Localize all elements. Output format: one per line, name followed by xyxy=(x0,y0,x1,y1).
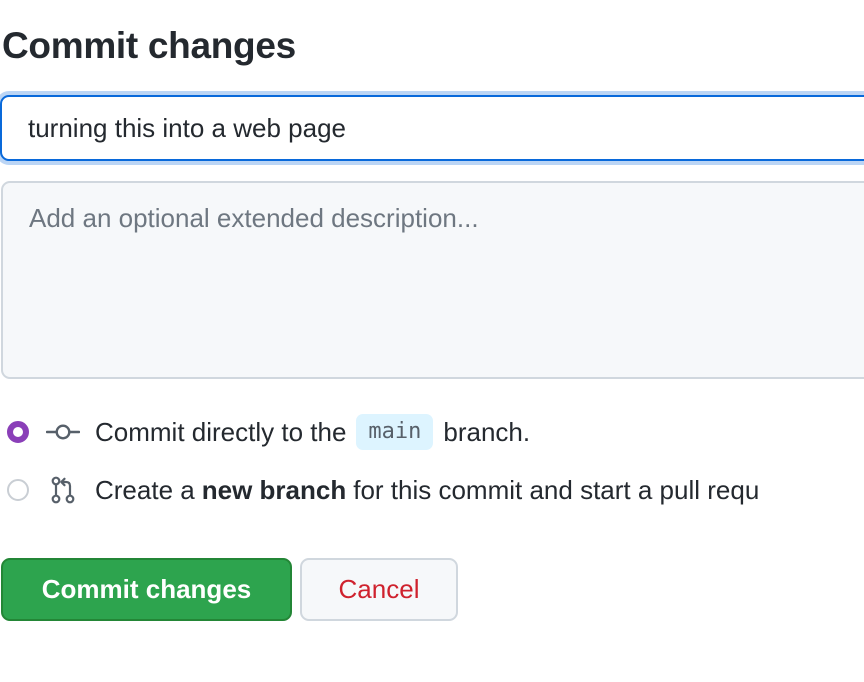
branch-name-badge: main xyxy=(356,414,434,450)
commit-directly-option[interactable]: Commit directly to the main branch. xyxy=(7,414,530,450)
commit-changes-button[interactable]: Commit changes xyxy=(1,558,292,621)
new-branch-prefix: Create a xyxy=(95,474,195,505)
new-branch-suffix: for this commit and start a pull requ xyxy=(353,474,760,505)
create-new-branch-option[interactable]: Create a new branch for this commit and … xyxy=(7,472,759,508)
commit-summary-input[interactable] xyxy=(0,95,864,161)
commit-directly-prefix: Commit directly to the xyxy=(95,416,347,447)
commit-dialog: Commit changes Commit directly to the ma… xyxy=(0,0,864,682)
commit-directly-suffix: branch. xyxy=(443,416,531,447)
cancel-button[interactable]: Cancel xyxy=(300,558,458,621)
git-pull-request-icon xyxy=(45,475,81,505)
git-commit-icon xyxy=(45,417,81,447)
commit-description-textarea[interactable] xyxy=(1,181,864,379)
commit-directly-radio[interactable] xyxy=(7,421,29,443)
create-new-branch-radio[interactable] xyxy=(7,479,29,501)
page-title: Commit changes xyxy=(2,25,296,66)
new-branch-emphasis: new branch xyxy=(201,474,347,505)
